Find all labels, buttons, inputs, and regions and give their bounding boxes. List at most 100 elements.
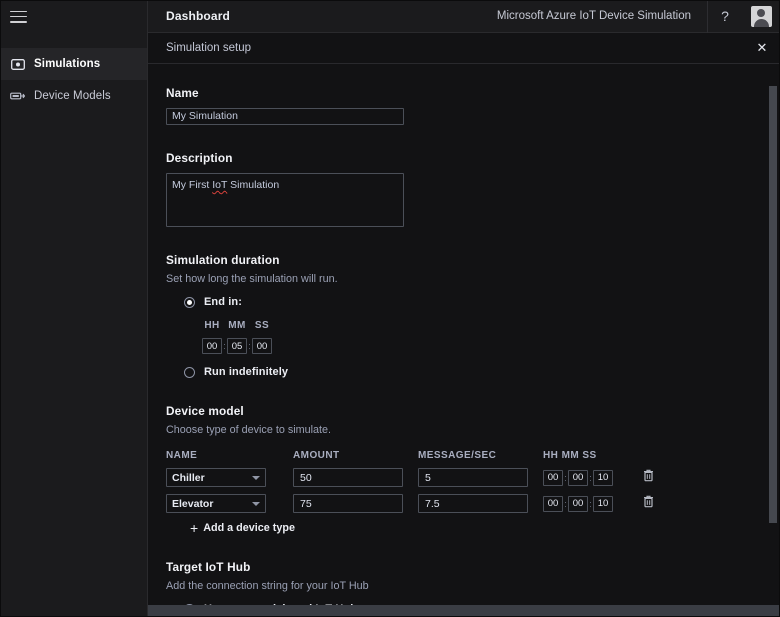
duration-hh-input[interactable]: 00 bbox=[202, 338, 222, 354]
row-ss-input[interactable]: 10 bbox=[593, 495, 613, 512]
chevron-down-icon bbox=[252, 501, 260, 506]
close-icon: ✕ bbox=[756, 40, 768, 55]
description-text-part1: My First bbox=[172, 179, 213, 191]
sidebar-item-label: Simulations bbox=[34, 58, 101, 70]
table-row: Chiller 50 5 00: 00: 10 bbox=[166, 468, 762, 487]
add-device-type-button[interactable]: + Add a device type bbox=[190, 520, 762, 536]
panel-title: Simulation setup bbox=[166, 42, 252, 54]
panel-header: Simulation setup ✕ bbox=[148, 33, 780, 64]
vertical-scrollbar-track[interactable] bbox=[766, 64, 780, 617]
row-hh-input[interactable]: 00 bbox=[543, 495, 563, 512]
column-header-hh-mm-ss: HH MM SS bbox=[543, 450, 597, 461]
row-mm-input[interactable]: 00 bbox=[568, 495, 588, 512]
row-hh-input[interactable]: 00 bbox=[543, 469, 563, 486]
message-per-sec-value: 5 bbox=[425, 471, 431, 484]
trash-icon bbox=[643, 495, 654, 513]
duration-time-inputs: 00 : 05 : 00 bbox=[202, 338, 762, 354]
device-type-value: Elevator bbox=[172, 497, 214, 510]
main-region: Dashboard Microsoft Azure IoT Device Sim… bbox=[148, 0, 780, 617]
delete-row-button[interactable] bbox=[633, 469, 663, 487]
simulations-icon bbox=[10, 57, 25, 72]
sidebar-item-device-models[interactable]: Device Models bbox=[0, 80, 147, 112]
amount-input[interactable]: 75 bbox=[293, 494, 403, 513]
target-iot-hub-title: Target IoT Hub bbox=[166, 560, 251, 574]
question-mark-icon: ? bbox=[721, 8, 729, 24]
end-in-option[interactable]: End in: bbox=[184, 296, 762, 308]
end-in-label: End in: bbox=[204, 296, 242, 308]
menu-toggle[interactable] bbox=[0, 0, 147, 33]
simulation-name-input[interactable]: My Simulation bbox=[166, 108, 404, 125]
account-button[interactable] bbox=[742, 0, 780, 33]
device-model-subtitle: Choose type of device to simulate. bbox=[166, 424, 332, 436]
simulation-duration-subtitle: Set how long the simulation will run. bbox=[166, 273, 338, 285]
duration-ss-header: SS bbox=[254, 320, 270, 331]
delete-row-button[interactable] bbox=[633, 495, 663, 513]
row-mm-input[interactable]: 00 bbox=[568, 469, 588, 486]
amount-cell: 75 bbox=[293, 494, 411, 513]
amount-cell: 50 bbox=[293, 468, 411, 487]
duration-time-headers: HH MM SS bbox=[202, 320, 762, 331]
description-text-part2: Simulation bbox=[227, 179, 280, 191]
run-indefinitely-radio[interactable] bbox=[184, 366, 195, 378]
sidebar: Simulations Device Models bbox=[0, 0, 148, 617]
message-per-sec-cell: 7.5 bbox=[418, 494, 536, 513]
help-button[interactable]: ? bbox=[708, 0, 742, 33]
run-indefinitely-label: Run indefinitely bbox=[204, 366, 289, 378]
chevron-down-icon bbox=[252, 475, 260, 480]
description-misspelled-word: IoT bbox=[212, 179, 228, 191]
device-type-select[interactable]: Chiller bbox=[166, 468, 266, 487]
message-per-sec-value: 7.5 bbox=[425, 497, 440, 510]
row-time-cell: 00 : 00 : 10 bbox=[543, 469, 633, 486]
name-label: Name bbox=[166, 86, 199, 100]
simulation-name-value: My Simulation bbox=[172, 110, 238, 122]
duration-hh-header: HH bbox=[204, 320, 220, 331]
device-type-cell: Elevator bbox=[166, 494, 286, 513]
simulation-duration-title: Simulation duration bbox=[166, 253, 280, 267]
device-type-select[interactable]: Elevator bbox=[166, 494, 266, 513]
app-root: Simulations Device Models Dashboard Micr… bbox=[0, 0, 780, 617]
plus-icon: + bbox=[190, 520, 199, 536]
top-bar: Dashboard Microsoft Azure IoT Device Sim… bbox=[148, 0, 780, 33]
sidebar-item-label: Device Models bbox=[34, 90, 111, 102]
vertical-scrollbar-thumb[interactable] bbox=[769, 86, 777, 523]
run-indefinitely-option[interactable]: Run indefinitely bbox=[184, 366, 762, 378]
end-in-radio[interactable] bbox=[184, 296, 195, 308]
row-ss-input[interactable]: 10 bbox=[593, 469, 613, 486]
app-name-label: Microsoft Azure IoT Device Simulation bbox=[496, 10, 691, 22]
device-models-icon bbox=[10, 89, 25, 104]
device-model-title: Device model bbox=[166, 404, 244, 418]
description-label: Description bbox=[166, 151, 233, 165]
device-type-cell: Chiller bbox=[166, 468, 286, 487]
duration-ss-input[interactable]: 00 bbox=[252, 338, 272, 354]
target-iot-hub-subtitle: Add the connection string for your IoT H… bbox=[166, 580, 369, 592]
message-per-sec-cell: 5 bbox=[418, 468, 536, 487]
column-header-message-per-sec: MESSAGE/SEC bbox=[418, 450, 497, 461]
footer-bar bbox=[148, 605, 780, 617]
amount-input[interactable]: 50 bbox=[293, 468, 403, 487]
close-panel-button[interactable]: ✕ bbox=[744, 33, 780, 64]
device-type-value: Chiller bbox=[172, 471, 205, 484]
form-content: Name My Simulation Description My First … bbox=[148, 86, 780, 617]
amount-value: 75 bbox=[300, 497, 312, 510]
trash-icon bbox=[643, 469, 654, 487]
duration-mm-header: MM bbox=[228, 320, 246, 331]
amount-value: 50 bbox=[300, 471, 312, 484]
column-header-name: NAME bbox=[166, 450, 198, 461]
sidebar-item-simulations[interactable]: Simulations bbox=[0, 48, 147, 80]
table-row: Elevator 75 7.5 00: 00: 10 bbox=[166, 494, 762, 513]
duration-mm-input[interactable]: 05 bbox=[227, 338, 247, 354]
add-device-type-label: Add a device type bbox=[203, 522, 295, 534]
message-per-sec-input[interactable]: 7.5 bbox=[418, 494, 528, 513]
hamburger-icon[interactable] bbox=[10, 10, 27, 23]
message-per-sec-input[interactable]: 5 bbox=[418, 468, 528, 487]
device-model-table: NAME AMOUNT MESSAGE/SEC HH MM SS Chiller bbox=[166, 450, 762, 536]
page-title: Dashboard bbox=[166, 9, 231, 23]
simulation-description-textarea[interactable]: My First IoT Simulation bbox=[166, 173, 404, 227]
avatar bbox=[750, 5, 772, 27]
column-header-amount: AMOUNT bbox=[293, 450, 340, 461]
